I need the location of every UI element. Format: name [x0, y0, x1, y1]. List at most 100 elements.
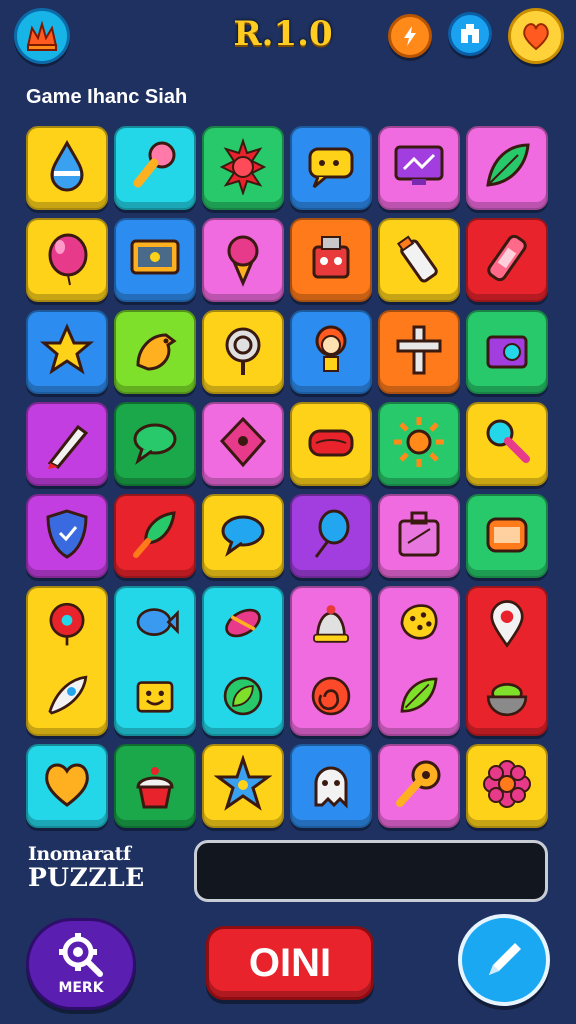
pencil-button[interactable]	[458, 914, 550, 1006]
puzzle-tile[interactable]	[114, 402, 196, 486]
fish-icon	[129, 597, 181, 653]
game-subtitle: Game Ihanc Siah	[26, 86, 188, 108]
ladybug-icon	[214, 413, 272, 475]
candy-icon	[217, 597, 269, 653]
puzzle-tile[interactable]	[466, 218, 548, 302]
puzzle-tile[interactable]	[114, 126, 196, 210]
puzzle-board	[26, 126, 552, 828]
brush-icon	[38, 413, 96, 475]
puzzle-tile[interactable]	[26, 310, 108, 394]
crown-logo-icon[interactable]	[14, 8, 70, 64]
puzzle-tile[interactable]	[26, 218, 108, 302]
pencil-icon	[489, 943, 521, 975]
location-pin-icon	[481, 597, 533, 653]
water-drop-icon	[38, 137, 96, 199]
swirl-icon	[305, 670, 357, 726]
cross-icon	[390, 321, 448, 383]
key-icon	[126, 137, 184, 199]
monitor-icon	[390, 137, 448, 199]
puzzle-tile[interactable]	[290, 744, 372, 828]
puzzle-tile[interactable]	[26, 586, 108, 736]
starfish-icon	[213, 754, 273, 817]
heart-icon[interactable]	[508, 8, 564, 64]
puzzle-tile[interactable]	[378, 126, 460, 210]
gear-search-icon	[59, 933, 103, 977]
bandage-icon	[478, 229, 536, 291]
chat-bubble-icon	[302, 137, 360, 199]
bolt-icon[interactable]	[388, 14, 432, 58]
puzzle-tile[interactable]	[114, 586, 196, 736]
speaker-icon	[478, 321, 536, 383]
merk-label: MERK	[58, 980, 104, 996]
robot-icon	[302, 229, 360, 291]
puzzle-tile[interactable]	[466, 126, 548, 210]
puzzle-tile[interactable]	[202, 494, 284, 578]
puzzle-tile[interactable]	[466, 744, 548, 828]
speech-icon	[126, 413, 184, 475]
flower-face-icon	[302, 321, 360, 383]
microphone-icon	[214, 321, 272, 383]
puzzle-tile[interactable]	[202, 310, 284, 394]
puzzle-label-line2: PUZZLE	[28, 863, 145, 892]
magnifier-icon	[478, 413, 536, 475]
rocket-icon	[41, 670, 93, 726]
puzzle-tile[interactable]	[290, 494, 372, 578]
bird-icon	[126, 321, 184, 383]
heart-tile-icon	[38, 755, 96, 817]
puzzle-tile[interactable]	[378, 744, 460, 828]
answer-input[interactable]	[194, 840, 548, 902]
puzzle-tile[interactable]	[290, 218, 372, 302]
star-icon	[38, 321, 96, 383]
puzzle-tile[interactable]	[202, 586, 284, 736]
puzzle-tile[interactable]	[114, 744, 196, 828]
comment-icon	[214, 505, 272, 567]
ghost-icon	[302, 755, 360, 817]
puzzle-tile[interactable]	[290, 402, 372, 486]
puzzle-tile[interactable]	[466, 494, 548, 578]
cookie-icon	[393, 597, 445, 653]
lollipop-icon	[41, 597, 93, 653]
puzzle-tile[interactable]	[378, 586, 460, 736]
merk-button[interactable]: MERK	[26, 918, 136, 1010]
tv-icon	[126, 229, 184, 291]
bottle-icon	[390, 229, 448, 291]
puzzle-tile[interactable]	[378, 218, 460, 302]
puzzle-tile[interactable]	[378, 310, 460, 394]
version-title: R.1.0	[233, 14, 333, 54]
leaf-icon	[478, 137, 536, 199]
puzzle-tile[interactable]	[114, 494, 196, 578]
balloon-icon	[38, 229, 96, 291]
ice-cream-icon	[214, 229, 272, 291]
building-icon[interactable]	[448, 12, 492, 56]
puzzle-tile[interactable]	[290, 586, 372, 736]
box-face-icon	[129, 670, 181, 726]
go-button[interactable]: OINI	[206, 926, 374, 1000]
bowl-icon	[481, 670, 533, 726]
puzzle-tile[interactable]	[290, 310, 372, 394]
sun-icon	[390, 413, 448, 475]
can-icon	[478, 505, 536, 567]
puzzle-tile[interactable]	[466, 402, 548, 486]
puzzle-tile[interactable]	[466, 586, 548, 736]
puzzle-tile[interactable]	[378, 494, 460, 578]
puzzle-tile[interactable]	[202, 218, 284, 302]
leaf-circle-icon	[217, 670, 269, 726]
puzzle-tile[interactable]	[202, 126, 284, 210]
puzzle-tile[interactable]	[26, 744, 108, 828]
puzzle-tile[interactable]	[26, 402, 108, 486]
puzzle-tile[interactable]	[202, 402, 284, 486]
bell-icon	[305, 597, 357, 653]
shield-icon	[38, 505, 96, 567]
puzzle-tile[interactable]	[290, 126, 372, 210]
puzzle-tile[interactable]	[202, 744, 284, 828]
leaf-badge-icon	[393, 670, 445, 726]
puzzle-tile[interactable]	[114, 310, 196, 394]
puzzle-tile[interactable]	[26, 494, 108, 578]
puzzle-tile[interactable]	[114, 218, 196, 302]
puzzle-tile[interactable]	[466, 310, 548, 394]
flower-icon	[478, 755, 536, 817]
guitar-icon	[390, 755, 448, 817]
sun-gem-icon	[214, 137, 272, 199]
puzzle-tile[interactable]	[26, 126, 108, 210]
puzzle-tile[interactable]	[378, 402, 460, 486]
